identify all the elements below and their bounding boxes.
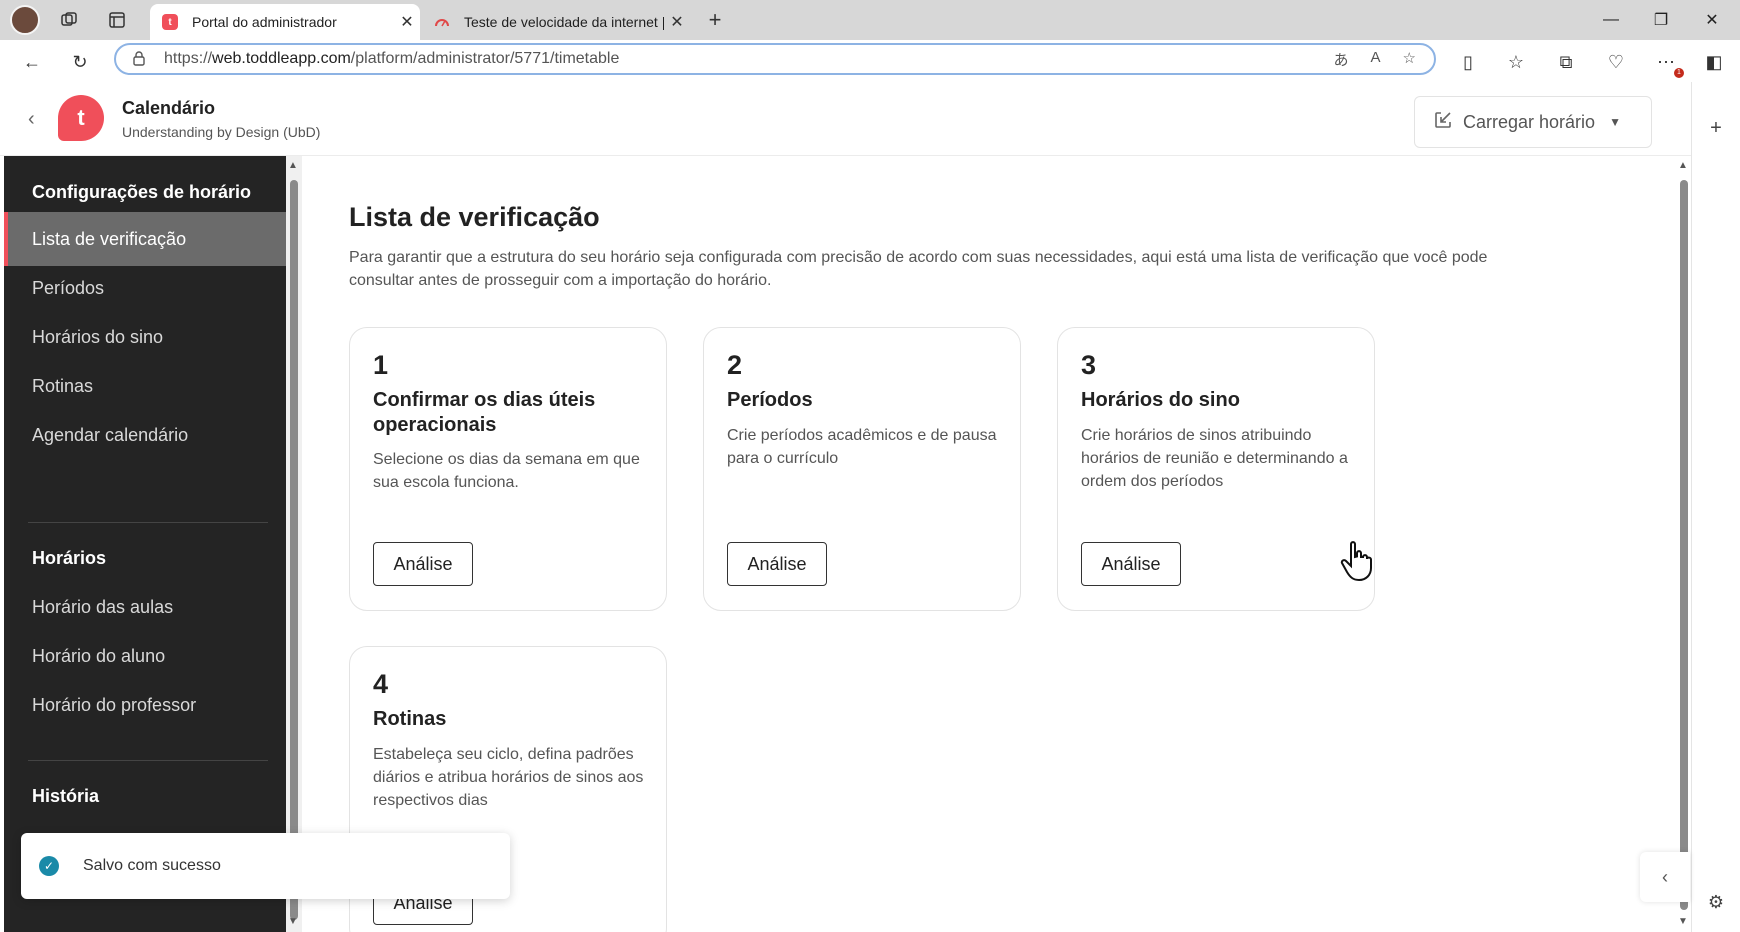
hand-pointer-cursor-icon xyxy=(1340,540,1374,591)
favorites-icon[interactable]: ☆ xyxy=(1502,48,1530,76)
page-title: Calendário xyxy=(122,98,216,118)
card-title: Confirmar os dias úteis operacionais xyxy=(373,389,596,436)
sidebar-item-teacher-timetable[interactable]: Horário do professor xyxy=(4,678,286,732)
sidebar-divider xyxy=(28,522,268,523)
tab-speedtest[interactable]: Teste de velocidade da internet | ✕ xyxy=(422,4,690,40)
toddle-favicon-icon: t xyxy=(162,14,178,30)
sidebar-item-student-timetable[interactable]: Horário do aluno xyxy=(4,629,286,683)
add-sidebar-app-icon[interactable]: + xyxy=(1704,116,1728,140)
main-content: Lista de verificação Para garantir que a… xyxy=(302,156,1677,932)
browser-essentials-icon[interactable]: ♡ xyxy=(1602,48,1630,76)
checklist-card-2: 2 Períodos Crie períodos acadêmicos e de… xyxy=(703,327,1021,611)
tab-admin-portal[interactable]: t Portal do administrador ✕ xyxy=(150,4,420,40)
card-number: 3 xyxy=(1081,350,1097,380)
main-scrollbar[interactable]: ▲ ▼ xyxy=(1677,156,1691,932)
translate-icon[interactable]: あ xyxy=(1334,49,1349,70)
back-chevron-icon[interactable]: ‹ xyxy=(28,108,35,131)
scroll-down-icon[interactable]: ▼ xyxy=(1678,916,1688,927)
chevron-left-icon: ‹ xyxy=(1662,866,1668,887)
edge-sidebar: + ⚙ xyxy=(1691,82,1740,932)
workspaces-icon[interactable] xyxy=(56,7,82,33)
collapse-panel-button[interactable]: ‹ xyxy=(1640,852,1690,902)
settings-sidebar: Configurações de horário Lista de verifi… xyxy=(4,156,286,932)
review-button[interactable]: Análise xyxy=(727,542,827,586)
notification-badge: 1 xyxy=(1674,68,1684,78)
address-bar[interactable]: https://web.toddleapp.com/platform/admin… xyxy=(114,43,1436,75)
new-tab-icon[interactable]: + xyxy=(702,7,728,33)
sidebar-item-schedule-calendar[interactable]: Agendar calendário xyxy=(4,408,286,462)
browser-toolbar: ← ↻ https://web.toddleapp.com/platform/a… xyxy=(0,40,1740,82)
scrollbar-thumb[interactable] xyxy=(290,180,298,920)
toddle-logo: t xyxy=(58,95,104,141)
sidebar-section-history[interactable]: História xyxy=(32,786,99,807)
app-header: ‹ t Calendário Understanding by Design (… xyxy=(0,82,1691,156)
card-title: Rotinas xyxy=(373,708,447,730)
checklist-intro: Para garantir que a estrutura do seu hor… xyxy=(349,249,1488,289)
upload-timetable-button[interactable]: Carregar horário ▼ xyxy=(1414,96,1652,148)
sidebar-section-timetable-settings: Configurações de horário xyxy=(32,182,252,202)
card-description: Selecione os dias da semana em que sua e… xyxy=(373,451,640,491)
sidebar-item-checklist[interactable]: Lista de verificação xyxy=(4,212,286,266)
url-prefix: https:// xyxy=(164,50,213,67)
review-button[interactable]: Análise xyxy=(1081,542,1181,586)
check-circle-icon: ✓ xyxy=(39,856,59,876)
sidebar-divider xyxy=(28,760,268,761)
url-text[interactable]: https://web.toddleapp.com/platform/admin… xyxy=(164,50,1334,68)
sidebar-settings-gear-icon[interactable]: ⚙ xyxy=(1704,890,1728,914)
url-path: /platform/administrator/5771/timetable xyxy=(350,50,620,67)
sidebar-scrollbar[interactable]: ▲ ▼ xyxy=(286,156,302,932)
browser-tab-strip: t Portal do administrador ✕ Teste de vel… xyxy=(0,0,1740,40)
url-domain: web.toddleapp.com xyxy=(212,50,351,67)
tab-title: Portal do administrador xyxy=(192,14,337,30)
card-description: Crie horários de sinos atribuindo horári… xyxy=(1081,427,1348,490)
card-title: Períodos xyxy=(727,389,813,411)
read-aloud-icon[interactable]: A xyxy=(1371,49,1381,70)
toast-message: Salvo com sucesso xyxy=(83,857,221,874)
upload-icon xyxy=(1433,110,1453,135)
card-description: Crie períodos acadêmicos e de pausa para… xyxy=(727,427,997,467)
card-title: Horários do sino xyxy=(1081,389,1240,411)
sidebar-item-periods[interactable]: Períodos xyxy=(4,261,286,315)
card-number: 1 xyxy=(373,350,389,380)
review-button[interactable]: Análise xyxy=(373,542,473,586)
checklist-heading: Lista de verificação xyxy=(349,202,600,232)
refresh-icon[interactable]: ↻ xyxy=(66,48,94,76)
caret-down-icon: ▼ xyxy=(1609,115,1621,129)
speedtest-icon xyxy=(434,14,450,30)
settings-more-icon[interactable]: ⋯ 1 xyxy=(1652,48,1684,78)
card-number: 4 xyxy=(373,669,389,699)
card-description: Estabeleça seu ciclo, defina padrões diá… xyxy=(373,746,644,809)
scrollbar-thumb[interactable] xyxy=(1680,180,1688,910)
lock-icon[interactable] xyxy=(132,50,148,69)
checklist-card-1: 1 Confirmar os dias úteis operacionais S… xyxy=(349,327,667,611)
favorite-star-icon[interactable]: ☆ xyxy=(1403,49,1416,70)
page-subtitle: Understanding by Design (UbD) xyxy=(122,124,321,140)
close-tab-icon[interactable]: ✕ xyxy=(394,12,420,32)
close-tab-icon[interactable]: ✕ xyxy=(664,12,690,32)
success-toast: ✓ Salvo com sucesso xyxy=(21,833,510,899)
tab-title: Teste de velocidade da internet | xyxy=(464,14,664,30)
collections-icon[interactable]: ⧉ xyxy=(1552,48,1580,76)
split-screen-icon[interactable]: ▯ xyxy=(1454,48,1482,76)
sidebar-toggle-icon[interactable]: ◧ xyxy=(1700,48,1728,76)
tab-actions-icon[interactable] xyxy=(104,7,130,33)
scroll-up-icon[interactable]: ▲ xyxy=(288,160,298,171)
sidebar-item-routines[interactable]: Rotinas xyxy=(4,359,286,413)
card-number: 2 xyxy=(727,350,743,380)
sidebar-item-bell-schedules[interactable]: Horários do sino xyxy=(4,310,286,364)
sidebar-section-timetables: Horários xyxy=(32,548,107,568)
upload-timetable-label: Carregar horário xyxy=(1463,111,1596,132)
back-icon[interactable]: ← xyxy=(18,48,46,76)
scroll-up-icon[interactable]: ▲ xyxy=(1678,160,1688,171)
restore-icon[interactable]: ❐ xyxy=(1643,6,1679,34)
sidebar-item-class-timetable[interactable]: Horário das aulas xyxy=(4,580,286,634)
scroll-down-icon[interactable]: ▼ xyxy=(288,916,298,927)
close-window-icon[interactable]: ✕ xyxy=(1694,6,1730,34)
checklist-card-3: 3 Horários do sino Crie horários de sino… xyxy=(1057,327,1375,611)
profile-avatar[interactable] xyxy=(10,5,40,35)
minimize-icon[interactable]: — xyxy=(1593,6,1629,34)
